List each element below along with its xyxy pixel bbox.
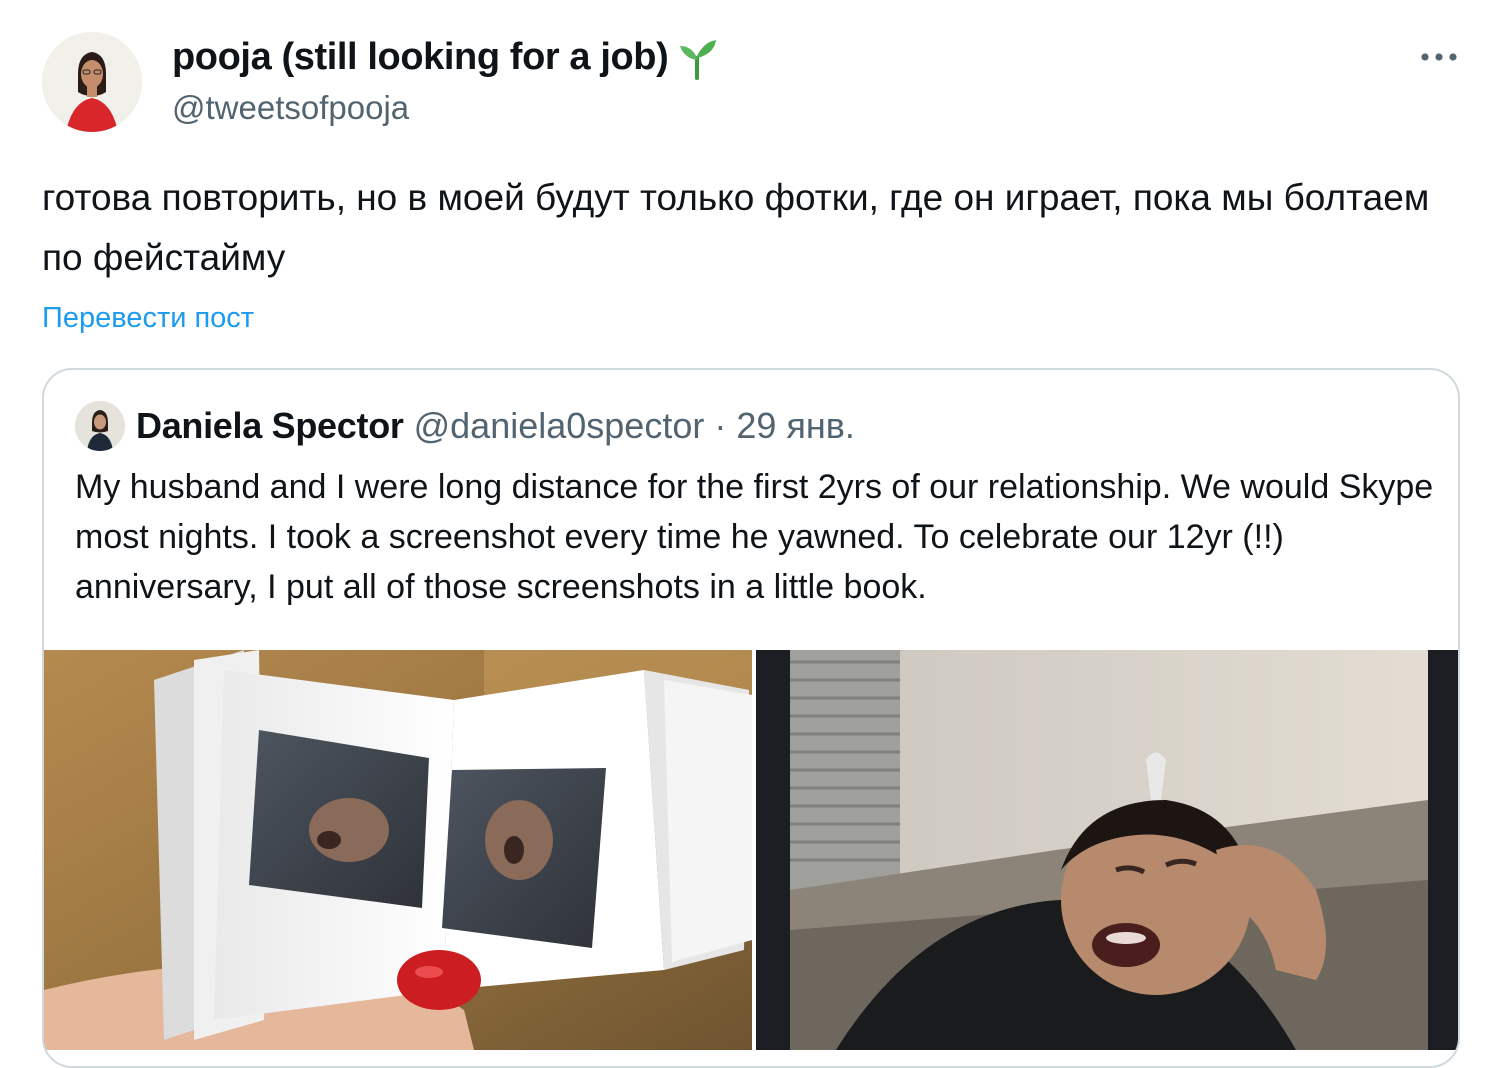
quoted-tweet-text: My husband and I were long distance for … xyxy=(75,468,1434,606)
seedling-icon xyxy=(674,34,720,80)
author-display-name[interactable]: pooja (still looking for a job) xyxy=(172,34,720,80)
author-avatar[interactable] xyxy=(42,32,142,132)
video-call-yawn-image[interactable] xyxy=(756,650,1458,1050)
tweet-text: готова повторить, но в моей будут только… xyxy=(42,177,1430,278)
quoted-tweet-header: Daniela Spector @daniela0spector · 29 ян… xyxy=(136,404,855,448)
author-display-name-text: pooja (still looking for a job) xyxy=(172,36,669,78)
author-avatar-image xyxy=(42,32,142,132)
header-separator: · xyxy=(714,405,727,446)
quoted-author-avatar-image xyxy=(75,401,125,451)
photo-book-image[interactable] xyxy=(44,650,752,1050)
quoted-author-display-name[interactable]: Daniela Spector xyxy=(136,405,404,446)
translate-post-link[interactable]: Перевести пост xyxy=(42,298,254,338)
quoted-author-avatar[interactable] xyxy=(75,401,125,451)
author-handle[interactable]: @tweetsofpooja xyxy=(172,88,409,128)
more-options-icon[interactable] xyxy=(1414,40,1464,74)
quoted-tweet-date[interactable]: 29 янв. xyxy=(736,405,855,446)
quoted-tweet-card[interactable]: Daniela Spector @daniela0spector · 29 ян… xyxy=(42,368,1460,1068)
quoted-author-handle[interactable]: @daniela0spector xyxy=(414,405,705,446)
